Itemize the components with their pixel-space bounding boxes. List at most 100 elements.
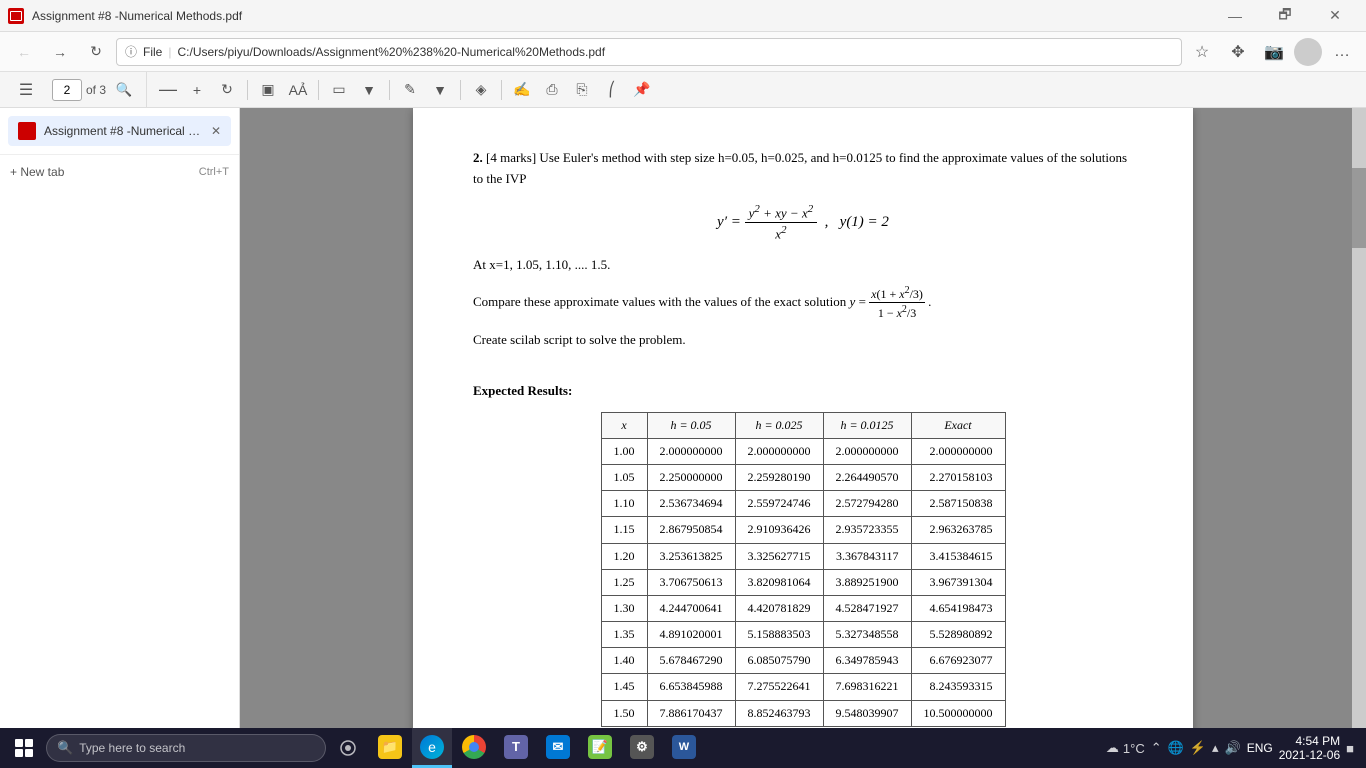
screenshot-button[interactable]: 📷 bbox=[1258, 36, 1290, 68]
print-button[interactable]: ⎙ bbox=[538, 76, 566, 104]
notification-icon[interactable]: ■ bbox=[1346, 741, 1354, 756]
table-cell: 3.415384615 bbox=[911, 543, 1005, 569]
problem-statement: 2. [4 marks] Use Euler's method with ste… bbox=[473, 148, 1133, 190]
scrollbar[interactable] bbox=[1352, 108, 1366, 728]
mail-icon: ✉ bbox=[546, 735, 570, 759]
annotation-button[interactable]: ✎ bbox=[396, 76, 424, 104]
minimize-button[interactable]: — bbox=[1212, 0, 1258, 32]
maximize-button[interactable]: 🗗 bbox=[1262, 0, 1308, 32]
table-row: 1.052.2500000002.2592801902.2644905702.2… bbox=[601, 464, 1005, 490]
wifi-icon[interactable]: ▴ bbox=[1212, 740, 1219, 756]
files-button[interactable]: 📁 bbox=[370, 728, 410, 768]
table-row: 1.002.0000000002.0000000002.0000000002.0… bbox=[601, 438, 1005, 464]
new-tab-button[interactable]: + New tab Ctrl+T bbox=[0, 159, 239, 185]
teams-button[interactable]: T bbox=[496, 728, 536, 768]
cursor-button[interactable]: ✍ bbox=[508, 76, 536, 104]
export-button[interactable]: ⎛ bbox=[598, 76, 626, 104]
annotation-down[interactable]: ▼ bbox=[426, 76, 454, 104]
taskbar-right: ☁ 1°C ⌃ 🌐 ⚡ ▴ 🔊 ENG 4:54 PM 2021-12-06 ■ bbox=[1106, 734, 1362, 762]
back-button[interactable]: ← bbox=[8, 36, 40, 68]
favorites-button[interactable]: ☆ bbox=[1186, 36, 1218, 68]
avatar[interactable] bbox=[1294, 38, 1322, 66]
word-button[interactable]: W bbox=[664, 728, 704, 768]
address-bar[interactable]: ⓘ File | C:/Users/piyu/Downloads/Assignm… bbox=[116, 38, 1182, 66]
taskbar: 🔍 Type here to search 📁 e T ✉ 📝 ⚙ W ☁ 1°… bbox=[0, 728, 1366, 768]
date-display: 2021-12-06 bbox=[1279, 748, 1340, 762]
battery-charging-icon[interactable]: ⚡ bbox=[1190, 740, 1206, 756]
start-button[interactable] bbox=[4, 728, 44, 768]
pdf-tab-icon bbox=[18, 122, 36, 140]
table-cell: 2.935723355 bbox=[823, 517, 911, 543]
table-row: 1.304.2447006414.4207818294.5284719274.6… bbox=[601, 595, 1005, 621]
table-cell: 2.270158103 bbox=[911, 464, 1005, 490]
info-icon: ⓘ bbox=[125, 43, 137, 60]
close-button[interactable]: ✕ bbox=[1312, 0, 1358, 32]
sidebar-toggle[interactable]: ☰ bbox=[8, 72, 44, 107]
table-cell: 9.548039907 bbox=[823, 700, 911, 726]
taskbar-search[interactable]: 🔍 Type here to search bbox=[46, 734, 326, 762]
table-cell: 2.572794280 bbox=[823, 491, 911, 517]
network-icon[interactable]: 🌐 bbox=[1168, 740, 1184, 756]
expected-title: Expected Results: bbox=[473, 381, 1133, 402]
minus-separator: — bbox=[155, 79, 181, 100]
table-cell: 10.500000000 bbox=[911, 700, 1005, 726]
search-placeholder-text: Type here to search bbox=[79, 741, 185, 755]
pin-button[interactable]: 📌 bbox=[628, 76, 656, 104]
edge-icon: e bbox=[420, 735, 444, 759]
nav-down-button[interactable]: ▼ bbox=[355, 76, 383, 104]
clock[interactable]: 4:54 PM 2021-12-06 bbox=[1279, 734, 1340, 762]
rotate-button[interactable]: ↻ bbox=[213, 76, 241, 104]
page-number-input[interactable] bbox=[52, 79, 82, 101]
table-cell: 2.867950854 bbox=[647, 517, 735, 543]
table-row: 1.507.8861704378.8524637939.54803990710.… bbox=[601, 700, 1005, 726]
notepad-button[interactable]: 📝 bbox=[580, 728, 620, 768]
table-cell: 3.253613825 bbox=[647, 543, 735, 569]
script-text: Create scilab script to solve the proble… bbox=[473, 330, 1133, 351]
problem-text: [4 marks] Use Euler's method with step s… bbox=[473, 150, 1127, 186]
problem-number: 2. bbox=[473, 150, 483, 165]
scroll-thumb[interactable] bbox=[1352, 168, 1366, 248]
table-cell: 3.325627715 bbox=[735, 543, 823, 569]
windows-icon bbox=[15, 739, 33, 757]
draw-button[interactable]: ◈ bbox=[467, 76, 495, 104]
volume-icon[interactable]: 🔊 bbox=[1225, 740, 1241, 756]
nav-right: ☆ ✥ 📷 … bbox=[1186, 36, 1358, 68]
settings-button[interactable]: ⚙ bbox=[622, 728, 662, 768]
taskview-button[interactable] bbox=[328, 728, 368, 768]
forward-button[interactable]: → bbox=[44, 36, 76, 68]
collections-button[interactable]: ✥ bbox=[1222, 36, 1254, 68]
zoom-in-button[interactable]: + bbox=[183, 76, 211, 104]
teams-icon: T bbox=[504, 735, 528, 759]
titlebar-title: Assignment #8 -Numerical Methods.pdf bbox=[32, 9, 242, 23]
table-cell: 7.698316221 bbox=[823, 674, 911, 700]
table-cell: 4.528471927 bbox=[823, 595, 911, 621]
col-x: x bbox=[601, 412, 647, 438]
mail-button[interactable]: ✉ bbox=[538, 728, 578, 768]
more-button[interactable]: … bbox=[1326, 36, 1358, 68]
chrome-button[interactable] bbox=[454, 728, 494, 768]
table-cell: 2.000000000 bbox=[911, 438, 1005, 464]
main-layout: Assignment #8 -Numerical Meth ✕ + New ta… bbox=[0, 108, 1366, 728]
font-button[interactable]: AẢ bbox=[284, 76, 312, 104]
sidebar-tab-label: Assignment #8 -Numerical Meth bbox=[44, 124, 203, 138]
tab-close-button[interactable]: ✕ bbox=[211, 124, 221, 138]
table-cell: 2.000000000 bbox=[735, 438, 823, 464]
caret-up-icon[interactable]: ⌃ bbox=[1151, 740, 1162, 756]
read-button[interactable]: ▭ bbox=[325, 76, 353, 104]
table-cell: 3.967391304 bbox=[911, 569, 1005, 595]
search-page-button[interactable]: 🔍 bbox=[110, 76, 138, 104]
save-button[interactable]: ⎘ bbox=[568, 76, 596, 104]
table-cell: 6.653845988 bbox=[647, 674, 735, 700]
refresh-button[interactable]: ↻ bbox=[80, 36, 112, 68]
fit-page-button[interactable]: ▣ bbox=[254, 76, 282, 104]
table-cell: 5.327348558 bbox=[823, 622, 911, 648]
navbar: ← → ↻ ⓘ File | C:/Users/piyu/Downloads/A… bbox=[0, 32, 1366, 72]
table-cell: 2.910936426 bbox=[735, 517, 823, 543]
table-cell: 8.852463793 bbox=[735, 700, 823, 726]
sidebar-tab-pdf[interactable]: Assignment #8 -Numerical Meth ✕ bbox=[8, 116, 231, 146]
sep5 bbox=[501, 80, 502, 100]
time-display: 4:54 PM bbox=[1279, 734, 1340, 748]
settings-icon: ⚙ bbox=[630, 735, 654, 759]
edge-button[interactable]: e bbox=[412, 728, 452, 768]
notepad-icon: 📝 bbox=[588, 735, 612, 759]
